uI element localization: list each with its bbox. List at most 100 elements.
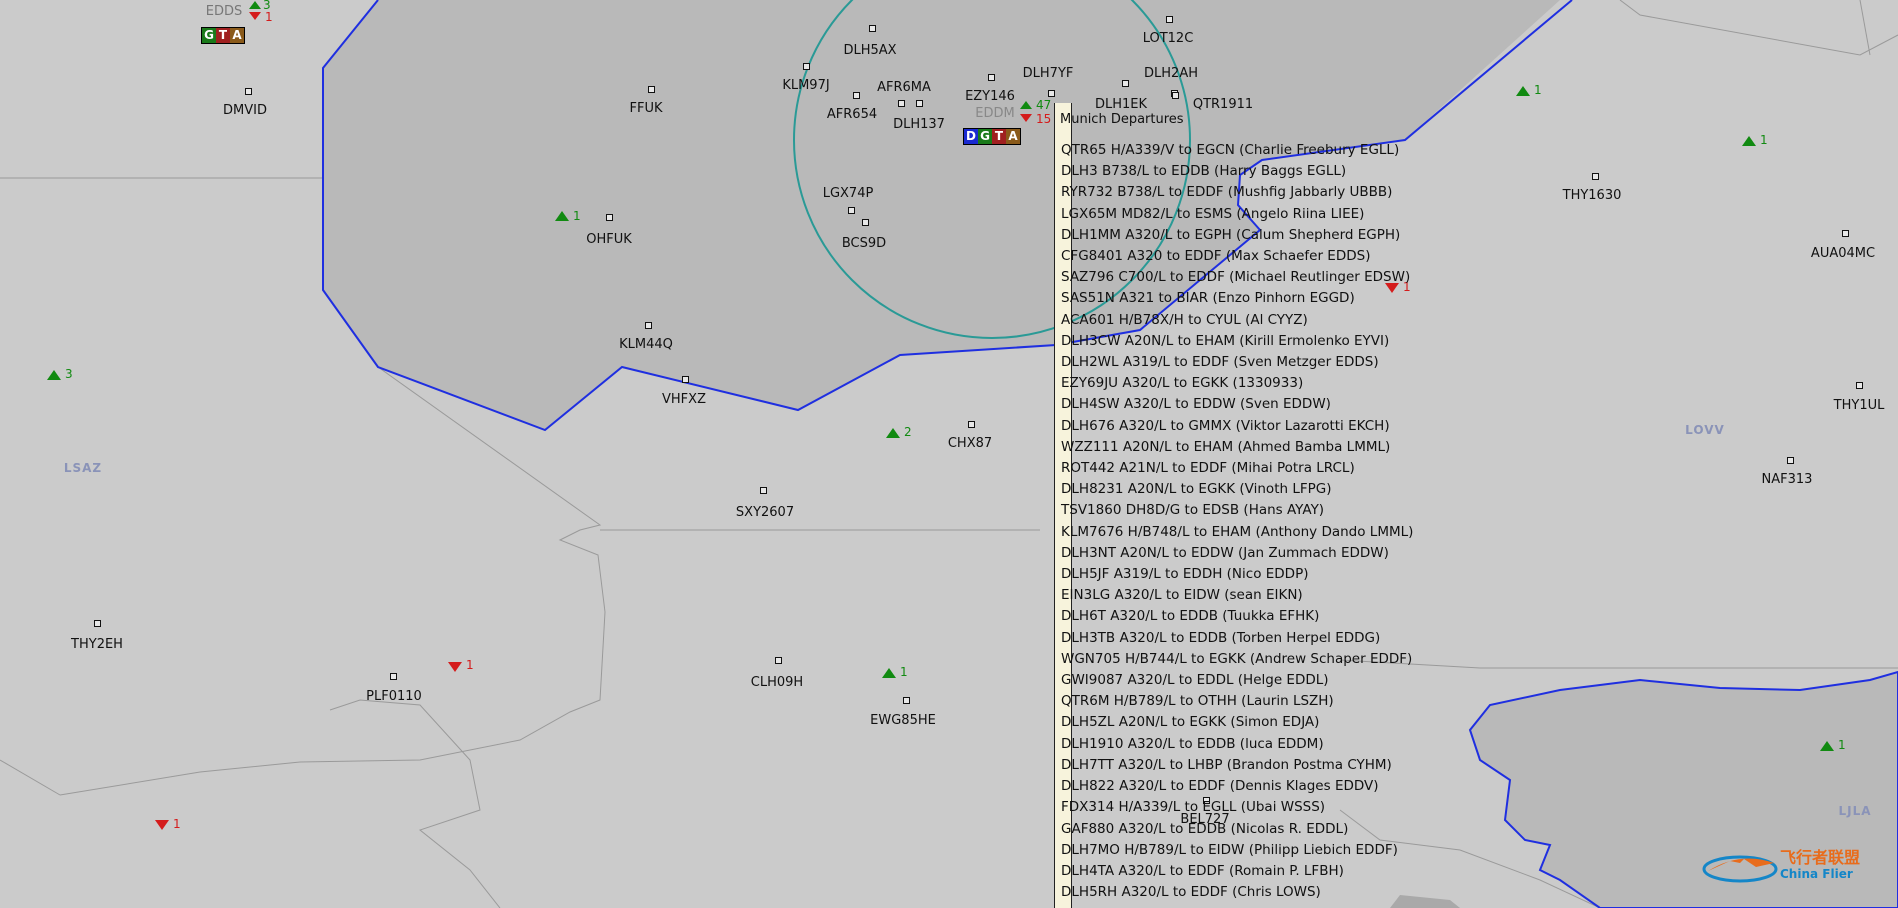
departure-count-icon: [1020, 101, 1032, 109]
aircraft-label[interactable]: OHFUK: [586, 232, 632, 247]
departure-row[interactable]: SAZ796 C700/L to EDDF (Michael Reutlinge…: [1061, 267, 1413, 288]
aircraft-label[interactable]: BCS9D: [842, 236, 886, 251]
departure-row[interactable]: DLH5ZL A20N/L to EGKK (Simon EDJA): [1061, 712, 1413, 733]
aircraft-label[interactable]: NAF313: [1762, 472, 1813, 487]
radar-scope[interactable]: LSAZ LOVV LJLA DMVID FFUK DLH5AX KLM97J …: [0, 0, 1898, 908]
aircraft-label[interactable]: EZY146: [965, 89, 1015, 104]
departure-row[interactable]: WZZ111 A20N/L to EHAM (Ahmed Bamba LMML): [1061, 437, 1413, 458]
departure-row[interactable]: QTR6M H/B789/L to OTHH (Laurin LSZH): [1061, 691, 1413, 712]
departures-list[interactable]: QTR65 H/A339/V to EGCN (Charlie Freebury…: [1061, 140, 1413, 903]
arrival-count: 1: [265, 10, 273, 24]
departure-row[interactable]: EZY69JU A320/L to EGKK (1330933): [1061, 373, 1413, 394]
aircraft-symbol[interactable]: [1856, 382, 1863, 389]
aircraft-symbol[interactable]: [1122, 80, 1129, 87]
aircraft-label[interactable]: LGX74P: [823, 186, 874, 201]
aircraft-label[interactable]: AFR6MA: [877, 80, 931, 95]
departure-row[interactable]: WGN705 H/B744/L to EGKK (Andrew Schaper …: [1061, 649, 1413, 670]
departure-row[interactable]: KLM7676 H/B748/L to EHAM (Anthony Dando …: [1061, 522, 1413, 543]
aircraft-symbol[interactable]: [1172, 92, 1179, 99]
aircraft-label[interactable]: FFUK: [630, 101, 663, 116]
departure-row[interactable]: DLH5JF A319/L to EDDH (Nico EDDP): [1061, 564, 1413, 585]
departure-row[interactable]: DLH822 A320/L to EDDF (Dennis Klages EDD…: [1061, 776, 1413, 797]
aircraft-symbol[interactable]: [853, 92, 860, 99]
aircraft-label[interactable]: AFR654: [827, 107, 877, 122]
aircraft-symbol[interactable]: [898, 100, 905, 107]
aircraft-label[interactable]: QTR1911: [1193, 97, 1253, 112]
airport-label-edds[interactable]: EDDS: [206, 4, 243, 19]
aircraft-label[interactable]: DLH7YF: [1023, 66, 1074, 81]
departure-row[interactable]: DLH2WL A319/L to EDDF (Sven Metzger EDDS…: [1061, 352, 1413, 373]
departure-row[interactable]: DLH5RH A320/L to EDDF (Chris LOWS): [1061, 882, 1413, 903]
atc-status-box[interactable]: G T A: [201, 27, 245, 44]
departure-row[interactable]: DLH7MO H/B789/L to EIDW (Philipp Liebich…: [1061, 840, 1413, 861]
departure-row[interactable]: DLH3NT A20N/L to EDDW (Jan Zummach EDDW): [1061, 543, 1413, 564]
aircraft-symbol[interactable]: [606, 214, 613, 221]
aircraft-symbol[interactable]: [648, 86, 655, 93]
departure-row[interactable]: CFG8401 A320 to EDDF (Max Schaefer EDDS): [1061, 246, 1413, 267]
departure-row[interactable]: DLH3TB A320/L to EDDB (Torben Herpel EDD…: [1061, 628, 1413, 649]
aircraft-label[interactable]: THY1630: [1563, 188, 1622, 203]
aircraft-label[interactable]: KLM97J: [782, 78, 829, 93]
aircraft-label[interactable]: AUA04MC: [1811, 246, 1875, 261]
aircraft-symbol[interactable]: [1787, 457, 1794, 464]
aircraft-symbol[interactable]: [645, 322, 652, 329]
atc-status-box[interactable]: D G T A: [963, 128, 1021, 145]
departure-row[interactable]: DLH3 B738/L to EDDB (Harry Baggs EGLL): [1061, 161, 1413, 182]
departure-row[interactable]: LGX65M MD82/L to ESMS (Angelo Riina LIEE…: [1061, 204, 1413, 225]
aircraft-label[interactable]: DLH2AH: [1144, 66, 1198, 81]
departure-row[interactable]: DLH7TT A320/L to LHBP (Brandon Postma CY…: [1061, 755, 1413, 776]
departure-row[interactable]: DLH4SW A320/L to EDDW (Sven EDDW): [1061, 394, 1413, 415]
departure-row[interactable]: EIN3LG A320/L to EIDW (sean EIKN): [1061, 585, 1413, 606]
aircraft-label[interactable]: CHX87: [948, 436, 992, 451]
aircraft-symbol[interactable]: [390, 673, 397, 680]
aircraft-symbol[interactable]: [862, 219, 869, 226]
aircraft-symbol[interactable]: [775, 657, 782, 664]
aircraft-label[interactable]: DLH137: [893, 117, 945, 132]
aircraft-label[interactable]: SXY2607: [736, 505, 794, 520]
departure-row[interactable]: DLH676 A320/L to GMMX (Viktor Lazarotti …: [1061, 416, 1413, 437]
airport-label-eddm[interactable]: EDDM: [975, 106, 1014, 121]
departure-row[interactable]: GAF880 A320/L to EDDB (Nicolas R. EDDL): [1061, 819, 1413, 840]
aircraft-label[interactable]: DLH1EK: [1095, 97, 1147, 112]
departure-row[interactable]: QTR65 H/A339/V to EGCN (Charlie Freebury…: [1061, 140, 1413, 161]
aircraft-symbol[interactable]: [682, 376, 689, 383]
departure-row[interactable]: DLH1910 A320/L to EDDB (luca EDDM): [1061, 734, 1413, 755]
departure-row[interactable]: TSV1860 DH8D/G to EDSB (Hans AYAY): [1061, 500, 1413, 521]
aircraft-label[interactable]: LOT12C: [1143, 31, 1194, 46]
aircraft-symbol[interactable]: [803, 63, 810, 70]
aircraft-label[interactable]: CLH09H: [751, 675, 803, 690]
aircraft-symbol[interactable]: [94, 620, 101, 627]
departure-row[interactable]: DLH8231 A20N/L to EGKK (Vinoth LFPG): [1061, 479, 1413, 500]
departure-row[interactable]: RYR732 B738/L to EDDF (Mushfig Jabbarly …: [1061, 182, 1413, 203]
aircraft-symbol[interactable]: [1842, 230, 1849, 237]
aircraft-symbol[interactable]: [1048, 90, 1055, 97]
aircraft-label[interactable]: PLF0110: [366, 689, 422, 704]
aircraft-label[interactable]: DLH5AX: [843, 43, 896, 58]
radar-map[interactable]: [0, 0, 1898, 908]
departure-row[interactable]: SAS51N A321 to BIAR (Enzo Pinhorn EGGD): [1061, 288, 1413, 309]
aircraft-symbol[interactable]: [760, 487, 767, 494]
aircraft-label[interactable]: THY1UL: [1834, 398, 1885, 413]
departure-row[interactable]: DLH6T A320/L to EDDB (Tuukka EFHK): [1061, 606, 1413, 627]
departure-row[interactable]: ACA601 H/B78X/H to CYUL (Al CYYZ): [1061, 310, 1413, 331]
departure-row[interactable]: ROT442 A21N/L to EDDF (Mihai Potra LRCL): [1061, 458, 1413, 479]
aircraft-symbol[interactable]: [245, 88, 252, 95]
aircraft-symbol[interactable]: [903, 697, 910, 704]
departure-row[interactable]: DLH3CW A20N/L to EHAM (Kirill Ermolenko …: [1061, 331, 1413, 352]
aircraft-symbol[interactable]: [848, 207, 855, 214]
departure-row[interactable]: FDX314 H/A339/L to EGLL (Ubai WSSS): [1061, 797, 1413, 818]
aircraft-symbol[interactable]: [1166, 16, 1173, 23]
aircraft-symbol[interactable]: [988, 74, 995, 81]
aircraft-label[interactable]: VHFXZ: [662, 392, 706, 407]
aircraft-label[interactable]: EWG85HE: [870, 713, 936, 728]
departure-row[interactable]: GWI9087 A320/L to EDDL (Helge EDDL): [1061, 670, 1413, 691]
aircraft-symbol[interactable]: [1592, 173, 1599, 180]
aircraft-symbol[interactable]: [968, 421, 975, 428]
aircraft-label[interactable]: THY2EH: [71, 637, 123, 652]
aircraft-label[interactable]: KLM44Q: [619, 337, 673, 352]
aircraft-label[interactable]: DMVID: [223, 103, 267, 118]
aircraft-symbol[interactable]: [916, 100, 923, 107]
aircraft-symbol[interactable]: [869, 25, 876, 32]
departure-row[interactable]: DLH4TA A320/L to EDDF (Romain P. LFBH): [1061, 861, 1413, 882]
departure-row[interactable]: DLH1MM A320/L to EGPH (Calum Shepherd EG…: [1061, 225, 1413, 246]
